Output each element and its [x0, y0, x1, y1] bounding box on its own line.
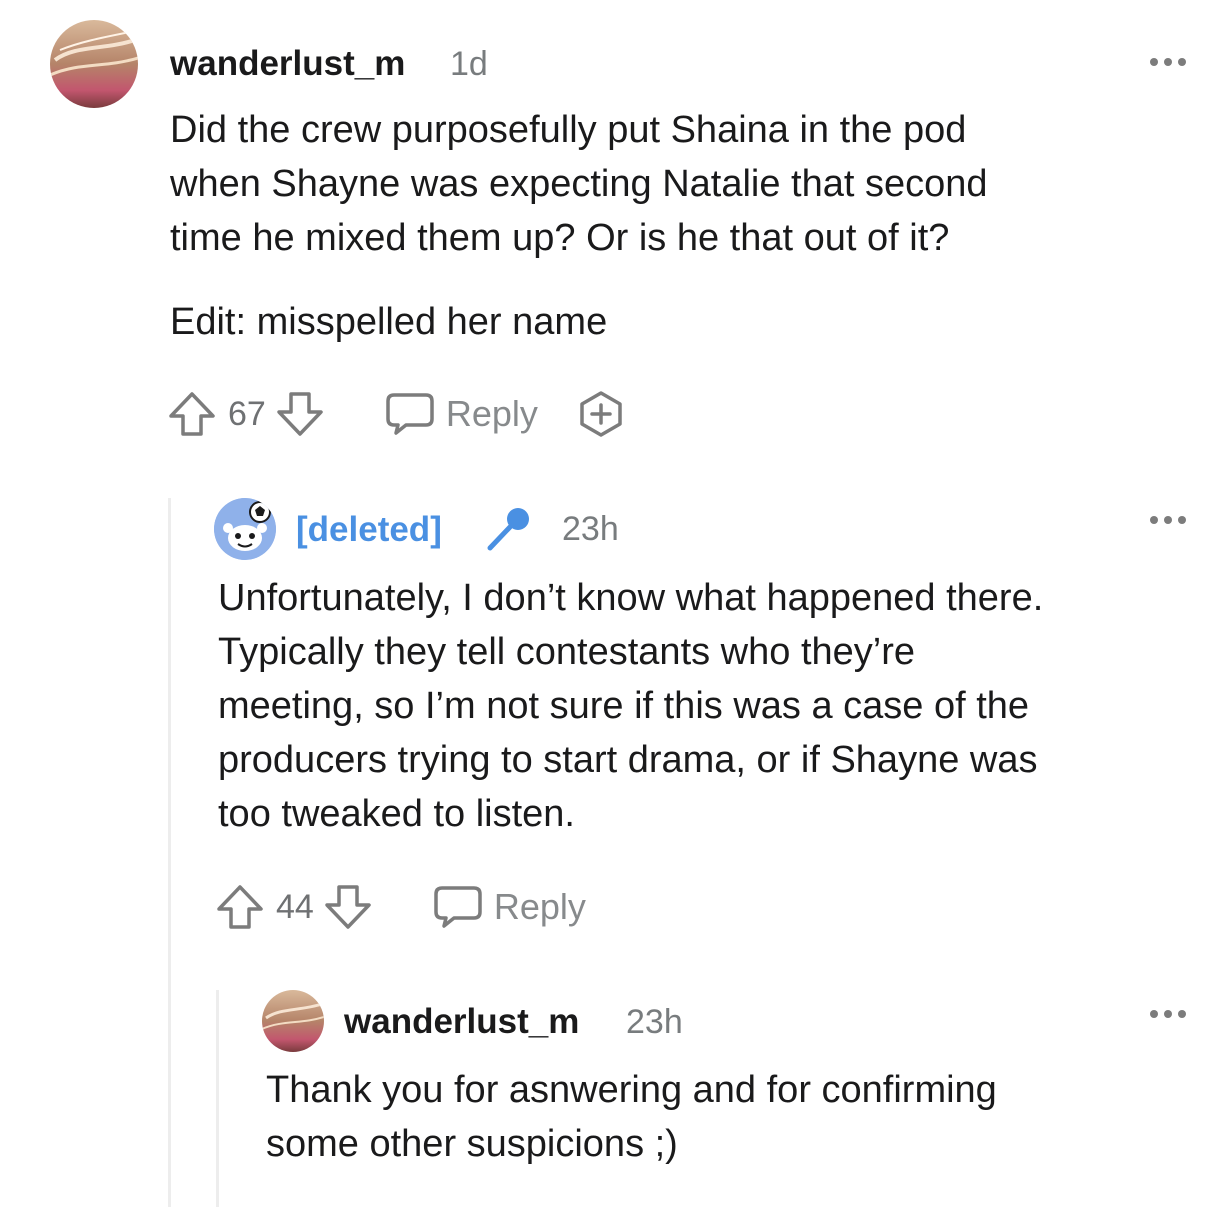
comment-body-line: meeting, so I’m not sure if this was a c… [218, 685, 1030, 727]
reply-button[interactable]: Reply [432, 884, 586, 930]
vote-count: 67 [228, 394, 266, 433]
avatar[interactable] [50, 20, 138, 108]
comment-body-line: time he mixed them up? Or is he that out… [170, 217, 950, 259]
downvote-icon[interactable] [274, 389, 326, 439]
upvote-icon[interactable] [166, 389, 218, 439]
avatar[interactable] [262, 990, 324, 1052]
award-icon[interactable] [576, 389, 626, 439]
comment-body-line: when Shayne was expecting Natalie that s… [170, 163, 988, 205]
comment-body-line: some other suspicions ;) [266, 1123, 678, 1165]
timestamp: 23h [562, 510, 619, 548]
comment-actions: 67 Reply [166, 389, 626, 439]
comment-body-line: Did the crew purposefully put Shaina in … [170, 109, 967, 151]
reply-bubble-icon [386, 393, 434, 435]
comment-body-line: Unfortunately, I don’t know what happene… [218, 577, 1044, 619]
more-options-icon[interactable] [1150, 1010, 1186, 1018]
comment-body: Did the crew purposefully put Shaina in … [170, 103, 988, 265]
timestamp: 23h [626, 1003, 683, 1041]
comment-actions: 44 Reply [214, 882, 586, 932]
comment-body: Unfortunately, I don’t know what happene… [218, 571, 1043, 841]
timestamp: 1d [450, 45, 488, 83]
reply-label: Reply [493, 886, 586, 927]
comment-body-line: too tweaked to listen. [218, 793, 575, 835]
microphone-icon [484, 504, 534, 554]
comment-body-line: producers trying to start drama, or if S… [218, 739, 1038, 781]
snoo-avatar-icon[interactable] [214, 498, 276, 560]
comment-body: Thank you for asnwering and for confirmi… [266, 1063, 997, 1171]
username[interactable]: wanderlust_m [170, 44, 405, 84]
username: [deleted] [296, 510, 442, 549]
reply-button[interactable]: Reply [384, 391, 538, 437]
vote-count: 44 [276, 887, 314, 926]
username[interactable]: wanderlust_m [344, 1002, 579, 1042]
comment-body-line: Thank you for asnwering and for confirmi… [266, 1069, 997, 1111]
downvote-icon[interactable] [322, 882, 374, 932]
reply-bubble-icon [434, 886, 482, 928]
thread-line-level-1 [168, 498, 171, 1207]
edit-note: Edit: misspelled her name [170, 301, 608, 343]
thread-line-level-2 [216, 990, 219, 1207]
more-options-icon[interactable] [1150, 58, 1186, 66]
comment-body-line: Typically they tell contestants who they… [218, 631, 916, 673]
reply-label: Reply [445, 393, 538, 434]
upvote-icon[interactable] [214, 882, 266, 932]
more-options-icon[interactable] [1150, 516, 1186, 524]
